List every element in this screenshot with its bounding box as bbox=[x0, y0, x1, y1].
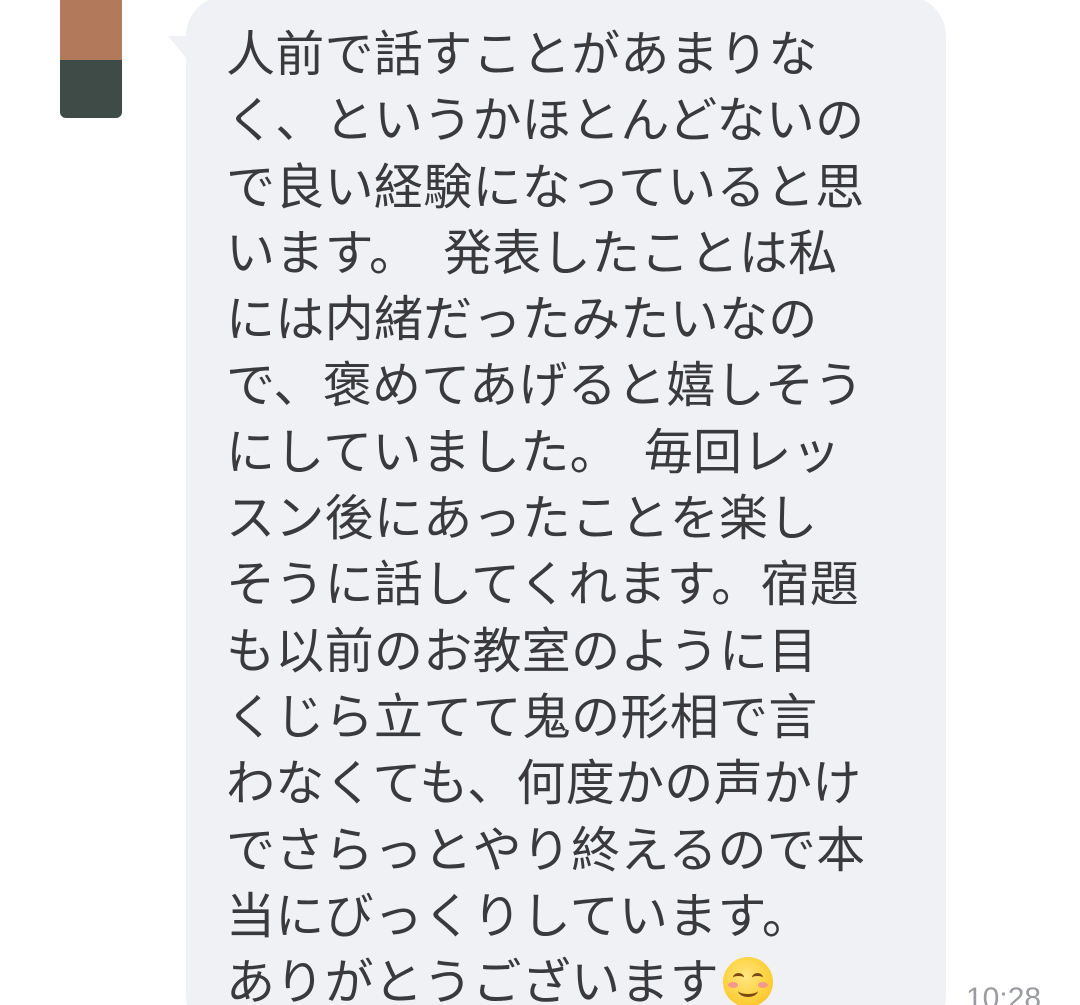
message-line: で、褒めてあげると嬉しそう bbox=[226, 357, 864, 415]
message-line: スン後にあったことを楽し bbox=[226, 490, 818, 548]
message-line: でさらっとやり終えるので本 bbox=[226, 821, 866, 879]
emoji-eye bbox=[752, 973, 764, 982]
emoji-cheek bbox=[728, 982, 739, 989]
message-line: にしていました。 毎回レッ bbox=[226, 423, 841, 481]
message-line: 当にびっくりしています。 bbox=[226, 887, 812, 945]
avatar-bottom bbox=[60, 60, 122, 118]
message-line: そうに話してくれます。宿題 bbox=[226, 556, 860, 614]
emoji-cheek bbox=[758, 982, 769, 989]
smiling-face-with-blush-icon bbox=[723, 957, 774, 1005]
message-line: には内緒だったみたいなの bbox=[226, 291, 818, 349]
message-line: います。 発表したことは私 bbox=[226, 224, 838, 282]
message-timestamp: 10:28 bbox=[966, 982, 1042, 1005]
message-line: で良い経験になっていると思 bbox=[226, 158, 865, 216]
avatar-top bbox=[60, 0, 122, 60]
avatar[interactable] bbox=[60, 0, 122, 118]
message-line: く、というかほとんどないの bbox=[226, 92, 865, 150]
emoji-mouth bbox=[738, 984, 759, 998]
emoji-eye bbox=[733, 973, 745, 982]
message-line: わなくても、何度かの声かけ bbox=[226, 755, 862, 813]
message-line: 人前で話すことがあまりな bbox=[226, 26, 818, 83]
message-text: 人前で話すことがあまりな く、というかほとんどないの で良い経験になっていると思… bbox=[226, 22, 926, 1005]
chat-screen: 人前で話すことがあまりな く、というかほとんどないの で良い経験になっていると思… bbox=[0, 0, 1080, 1005]
message-line: ありがとうございます bbox=[226, 954, 720, 1005]
message-line: くじら立てて鬼の形相で言 bbox=[226, 688, 818, 746]
message-line: も以前のお教室のように目 bbox=[226, 622, 818, 680]
